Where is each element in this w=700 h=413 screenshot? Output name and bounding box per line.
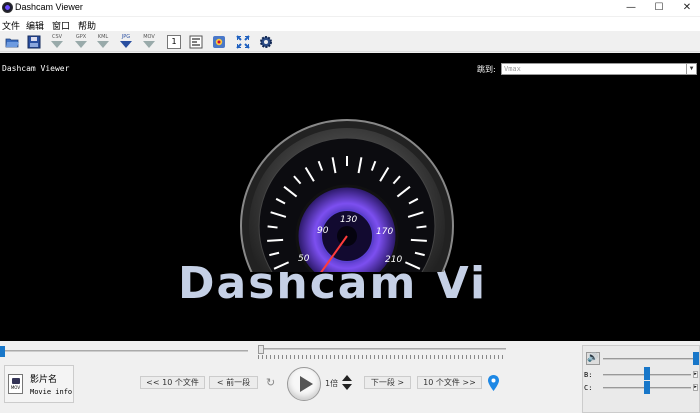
speedometer-graphic: 50 90 130 170 210 250 [240,106,455,272]
volume-track [603,358,695,360]
frame-thumb[interactable] [258,345,264,354]
export-kml-label: KML [97,34,109,40]
frame-track [258,348,506,350]
title-bar: Dashcam Viewer — ☐ ✕ [0,0,700,16]
gauge-label-90: 90 [317,226,329,236]
timeline-slider[interactable] [0,346,250,357]
timeline-thumb[interactable] [0,346,5,357]
next-segment-button[interactable]: 下一段 > [364,376,411,389]
split-icon[interactable] [189,35,203,49]
minimize-button[interactable]: — [616,0,646,16]
fullscreen-icon[interactable] [236,35,250,49]
chevron-down-icon[interactable]: ▼ [686,64,696,74]
movie-info-button[interactable]: MOV 影片名 Movie info [4,365,74,403]
menu-window[interactable]: 窗口 [52,19,70,32]
speed-label: 1倍 [325,379,339,388]
open-folder-icon[interactable] [5,35,19,49]
frame-slider[interactable] [256,345,508,361]
save-icon[interactable] [27,35,41,49]
frame-ticks [258,355,506,359]
gauge-tick [267,225,278,229]
prev-10-files-button[interactable]: << 10 个文件 [140,376,205,389]
movie-info-icon: MOV [8,374,23,394]
contrast-thumb[interactable] [644,381,650,394]
brightness-thumb[interactable] [644,367,650,380]
export-csv-label: CSV [51,34,63,40]
gauge-label-130: 130 [340,215,357,225]
video-overlay-title: Dashcam Viewer [2,64,70,73]
contrast-label: C: [584,384,593,392]
export-jpg-label: JPG [121,34,131,40]
speed-down-icon[interactable] [342,384,352,390]
gauge-tick [416,225,427,229]
volume-thumb[interactable] [693,352,699,365]
close-button[interactable]: ✕ [672,0,700,16]
adjustment-panel: 🔊 B: ▸ C: ▸ [582,345,700,413]
gauge-label-170: 170 [376,227,393,237]
gauge-tick [267,238,284,242]
settings-icon[interactable] [259,35,273,49]
play-button[interactable] [287,367,321,401]
gauge-label-210: 210 [385,255,402,265]
export-kml-icon[interactable]: KML [96,34,110,50]
prev-segment-button[interactable]: < 前一段 [209,376,258,389]
contrast-reset-button[interactable]: ▸ [693,384,698,391]
video-player[interactable]: Dashcam Viewer 跳到: Vmax ▼ Dashcam Vi 50 … [0,53,700,341]
export-jpg-icon[interactable]: JPG [119,34,133,50]
speed-stepper[interactable] [342,375,352,391]
app-icon [2,2,13,13]
jump-label: 跳到: [477,65,496,74]
timeline-track [4,350,248,352]
volume-icon[interactable]: 🔊 [586,352,600,365]
window-title: Dashcam Viewer [15,2,83,12]
export-mov-icon[interactable]: MOV [142,34,156,50]
export-gpx-icon[interactable]: GPX [74,34,88,50]
gauge-tick [410,238,427,242]
jump-select-value: Vmax [504,65,521,73]
gauge-label-50: 50 [298,254,310,264]
brightness-reset-button[interactable]: ▸ [693,371,698,378]
replay-icon[interactable]: ↻ [266,377,277,388]
movie-name-label: 影片名 [30,375,58,385]
map-pin-icon[interactable] [488,375,499,391]
one-icon[interactable]: 1 [167,35,181,49]
export-gpx-label: GPX [75,34,87,40]
movie-info-label: Movie info [30,388,73,396]
toolbar: CSV GPX KML JPG MOV 1 [0,32,700,52]
speed-up-icon[interactable] [342,375,352,381]
maximize-button[interactable]: ☐ [644,0,674,16]
menu-bar: 文件 编辑 窗口 帮助 [0,17,700,32]
menu-edit[interactable]: 编辑 [26,19,44,32]
menu-file[interactable]: 文件 [2,19,20,32]
export-mov-label: MOV [143,34,155,40]
brightness-label: B: [584,371,593,379]
next-10-files-button[interactable]: 10 个文件 >> [417,376,482,389]
camera-icon[interactable] [212,35,226,49]
export-csv-icon[interactable]: CSV [50,34,64,50]
jump-select[interactable]: Vmax ▼ [501,63,697,75]
menu-help[interactable]: 帮助 [78,19,96,32]
